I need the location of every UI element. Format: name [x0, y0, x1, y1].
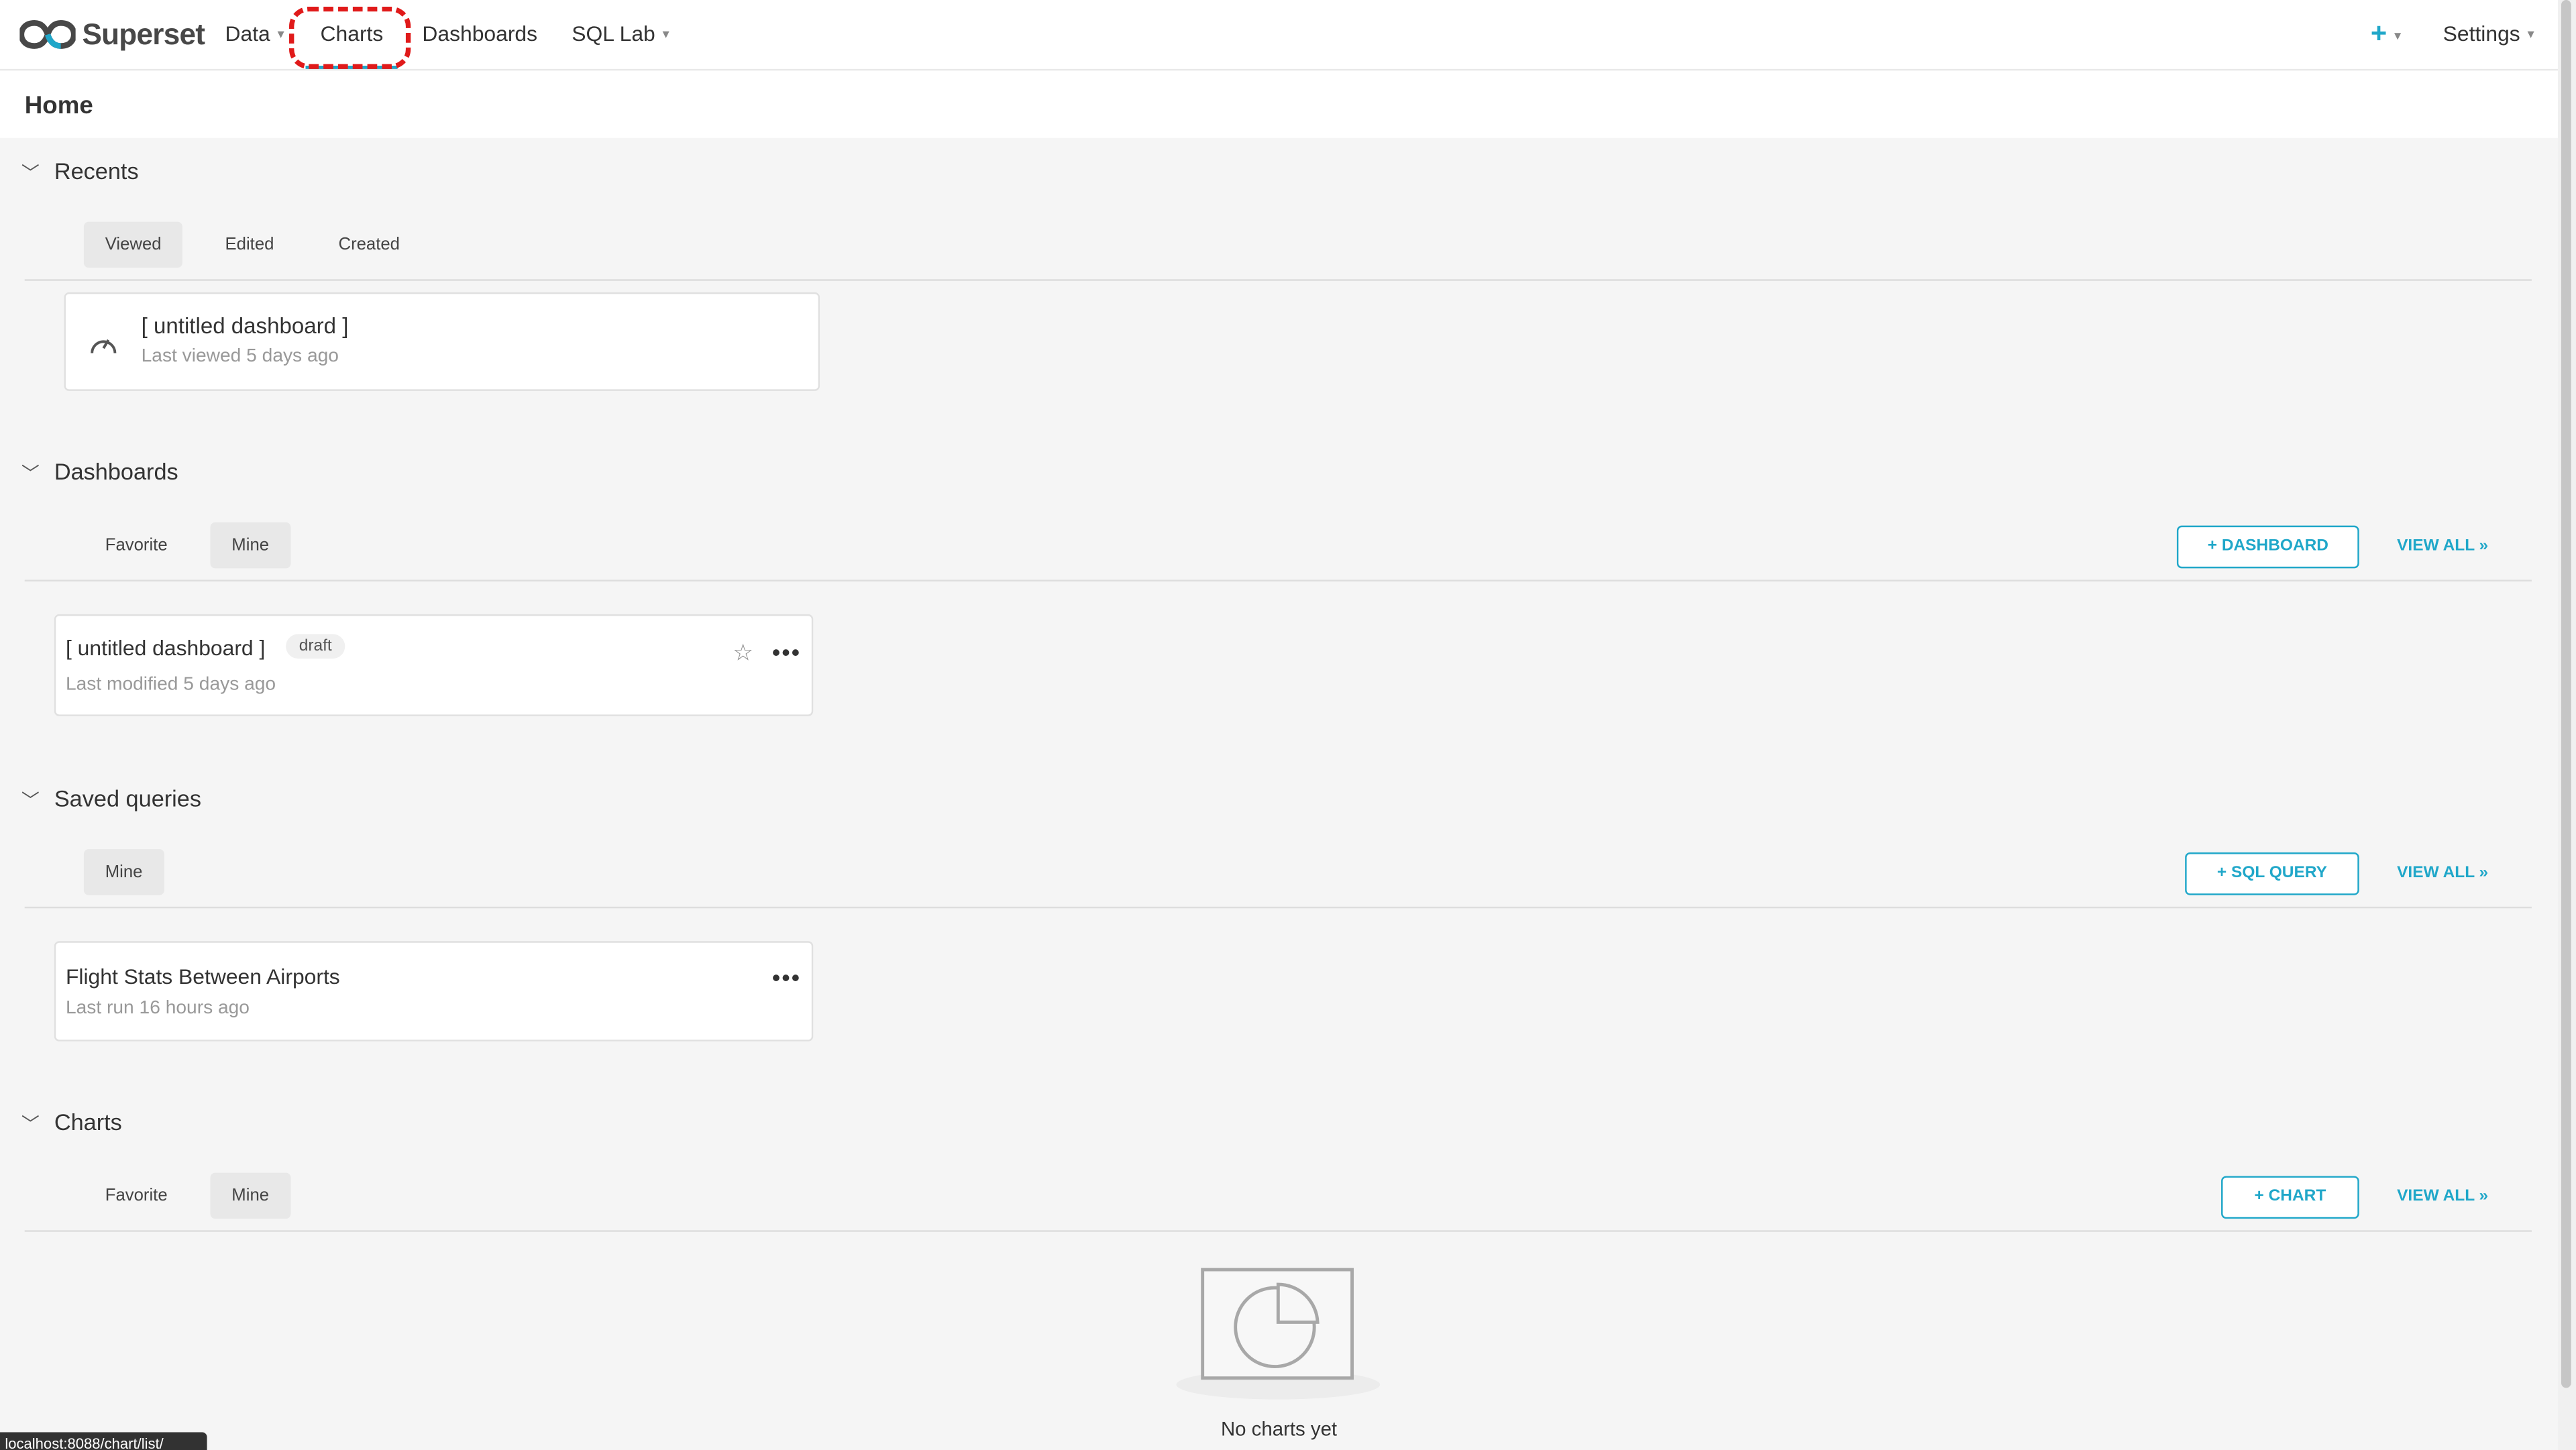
page-title: Home [24, 92, 93, 120]
caret-down-icon: ▼ [2392, 31, 2404, 43]
divider [24, 906, 2532, 909]
tab-mine[interactable]: Mine [210, 1172, 290, 1219]
caret-down-icon: ▼ [660, 30, 672, 42]
add-chart-button[interactable]: + CHART [2221, 1176, 2359, 1219]
empty-state-text: No charts yet [1220, 1417, 1338, 1441]
card-subtitle: Last modified 5 days ago [65, 675, 276, 695]
superset-logo-icon [19, 20, 76, 49]
add-chart-label: CHART [2268, 1187, 2326, 1206]
saved-queries-section-title[interactable]: Saved queries [54, 785, 201, 812]
new-item-menu[interactable]: + ▼ [2371, 18, 2404, 51]
brand-name: Superset [82, 17, 205, 50]
collapse-chevron-icon[interactable]: ﹀ [21, 787, 40, 813]
dashboards-section-title[interactable]: Dashboards [54, 458, 178, 484]
view-all-dashboards-link[interactable]: VIEW ALL » [2397, 537, 2488, 555]
add-dashboard-label: DASHBOARD [2221, 537, 2328, 555]
plus-icon: + [2370, 17, 2387, 50]
nav-dashboards[interactable]: Dashboards [422, 21, 537, 46]
caret-down-icon: ▼ [275, 30, 287, 42]
superset-logo[interactable]: Superset [19, 16, 205, 52]
card-title[interactable]: [ untitled dashboard ] [66, 636, 265, 661]
recent-dashboard-card[interactable]: [ untitled dashboard ] Last viewed 5 day… [64, 292, 820, 391]
collapse-chevron-icon[interactable]: ﹀ [21, 160, 40, 186]
tab-favorite[interactable]: Favorite [84, 1173, 189, 1219]
card-title[interactable]: Flight Stats Between Airports [66, 964, 340, 989]
tab-edited[interactable]: Edited [204, 222, 296, 268]
collapse-chevron-icon[interactable]: ﹀ [21, 1111, 40, 1137]
nav-sql-lab-label: SQL Lab [572, 21, 655, 46]
scrollbar-thumb[interactable] [2561, 0, 2571, 1388]
scrollbar[interactable] [2558, 0, 2576, 1450]
nav-dashboards-label: Dashboards [422, 21, 538, 46]
card-subtitle: Last viewed 5 days ago [141, 346, 339, 367]
add-sql-query-button[interactable]: + SQL QUERY [2185, 852, 2359, 895]
more-options-icon[interactable]: ••• [772, 964, 801, 991]
card-title[interactable]: [ untitled dashboard ] [142, 314, 349, 339]
view-all-queries-link[interactable]: VIEW ALL » [2397, 864, 2488, 882]
status-url-preview: localhost:8088/chart/list/ [0, 1432, 207, 1450]
nav-data-label: Data [225, 21, 270, 46]
add-dashboard-button[interactable]: + DASHBOARD [2176, 525, 2359, 569]
divider [24, 279, 2532, 281]
caret-down-icon: ▼ [2525, 30, 2537, 42]
view-all-charts-link[interactable]: VIEW ALL » [2397, 1188, 2488, 1206]
collapse-chevron-icon[interactable]: ﹀ [21, 460, 40, 486]
charts-section-title[interactable]: Charts [54, 1109, 122, 1135]
plus-icon: + [2254, 1187, 2269, 1206]
settings-menu[interactable]: Settings ▼ [2443, 21, 2536, 46]
plus-icon: + [2207, 537, 2222, 555]
tab-created[interactable]: Created [317, 222, 421, 268]
page-header: Home [0, 70, 2559, 138]
dashboard-card[interactable]: [ untitled dashboard ] draft ☆ ••• Last … [54, 614, 814, 716]
settings-label: Settings [2443, 21, 2520, 46]
plus-icon: + [2216, 864, 2232, 883]
status-url: localhost:8088/chart/list/ [5, 1435, 164, 1450]
add-sql-query-label: SQL QUERY [2231, 864, 2327, 883]
divider [24, 1230, 2532, 1232]
card-subtitle: Last run 16 hours ago [65, 998, 250, 1019]
tab-mine[interactable]: Mine [210, 522, 290, 569]
saved-query-card[interactable]: Flight Stats Between Airports ••• Last r… [54, 941, 814, 1042]
highlight-annotation [289, 6, 411, 69]
star-icon[interactable]: ☆ [733, 639, 753, 667]
empty-chart-icon [1176, 1268, 1381, 1400]
tab-favorite[interactable]: Favorite [84, 522, 189, 569]
recents-section-title[interactable]: Recents [54, 158, 139, 184]
nav-sql-lab-menu[interactable]: SQL Lab ▼ [572, 21, 672, 46]
tab-mine[interactable]: Mine [83, 849, 164, 895]
status-badge: draft [286, 634, 345, 659]
nav-data-menu[interactable]: Data ▼ [225, 21, 287, 46]
dashboard-gauge-icon [91, 339, 117, 353]
divider [24, 579, 2532, 581]
tab-viewed[interactable]: Viewed [83, 221, 183, 268]
top-navbar: Superset Data ▼ Charts Dashboards SQL Lab… [0, 0, 2559, 71]
more-options-icon[interactable]: ••• [772, 639, 801, 665]
